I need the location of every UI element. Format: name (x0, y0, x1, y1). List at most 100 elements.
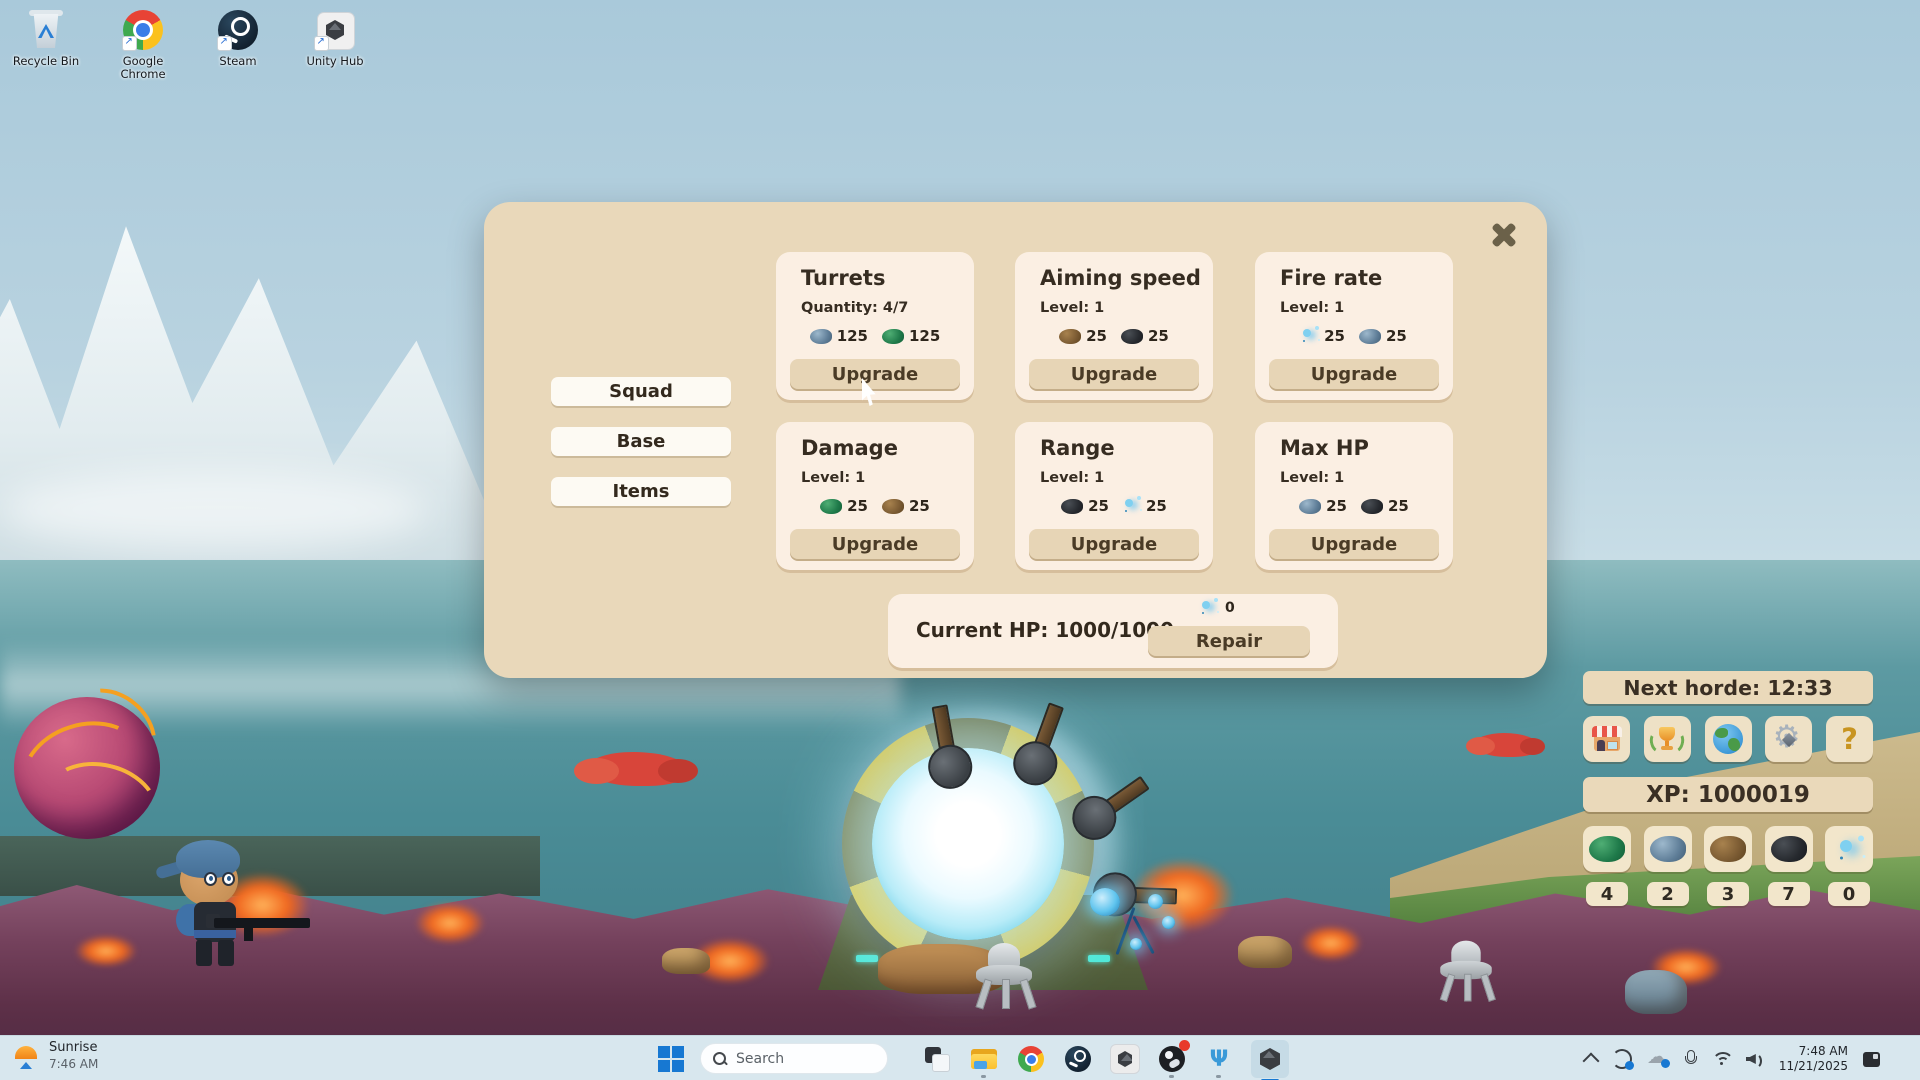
search-input[interactable]: Search (700, 1043, 888, 1074)
blue-crystal-count: 0 (1828, 882, 1870, 906)
unity-hub-icon (1110, 1044, 1140, 1074)
card-title: Damage (801, 436, 898, 460)
tray-chevron-icon[interactable] (1582, 1053, 1599, 1070)
cost-amount: 25 (1086, 327, 1107, 345)
hud-menu-buttons: ? (1583, 716, 1873, 762)
trophy-base (1661, 746, 1673, 750)
resource-brown-stone (1704, 826, 1752, 872)
desktop-icon-steam[interactable]: Steam (196, 8, 280, 68)
rock (1238, 936, 1292, 968)
upgrade-label: Upgrade (1071, 364, 1158, 385)
cost: 25 (1359, 327, 1407, 345)
sunrise-icon (12, 1042, 40, 1070)
green-stone-count: 4 (1586, 882, 1628, 906)
tab-squad[interactable]: Squad (551, 377, 731, 406)
clock-date: 11/21/2025 (1779, 1059, 1848, 1074)
card-stat: Level: 1 (1040, 470, 1104, 486)
cost-amount: 25 (1326, 497, 1347, 515)
taskbar-clock[interactable]: 7:48 AM 11/21/2025 (1779, 1044, 1848, 1074)
blue-crystal-icon (1303, 329, 1311, 337)
tab-items[interactable]: Items (551, 477, 731, 506)
drone-leg (976, 978, 993, 1009)
upgrade-button[interactable]: Upgrade (790, 359, 960, 389)
running-indicator (981, 1075, 986, 1078)
wifi-icon[interactable] (1711, 1051, 1731, 1067)
settings-button[interactable] (1765, 716, 1812, 762)
upgrade-card-max-hp: Max HP Level: 1 25 25 Upgrade (1255, 422, 1453, 570)
unity-editor-button[interactable] (1251, 1040, 1289, 1078)
upgrade-button[interactable]: Upgrade (790, 529, 960, 559)
cost: 25 (1361, 497, 1409, 515)
chrome-button[interactable] (1016, 1043, 1046, 1075)
resource-count: 3 (1704, 882, 1752, 906)
green-stone-icon (820, 499, 842, 514)
blue-crystal-icon (1125, 499, 1133, 507)
help-button[interactable]: ? (1826, 716, 1873, 762)
wifi-dot (1720, 1062, 1723, 1065)
close-button[interactable] (1487, 218, 1521, 252)
sync-icon[interactable] (1612, 1049, 1632, 1069)
red-coral (588, 752, 688, 786)
cost-amount: 125 (909, 327, 940, 345)
upgrade-button[interactable]: Upgrade (1269, 359, 1439, 389)
steam-button[interactable] (1063, 1043, 1093, 1075)
resource-icons-row (1583, 826, 1873, 872)
upgrade-button[interactable]: Upgrade (1029, 529, 1199, 559)
card-costs: 25 25 (776, 494, 974, 518)
repair-cost-amount: 0 (1225, 600, 1235, 616)
cube-glyph (1782, 733, 1796, 747)
fork-button[interactable] (1204, 1043, 1234, 1075)
base-upgrade-dialog: Squad Base Items Turrets Quantity: 4/7 1… (484, 202, 1547, 678)
lava-glow (75, 935, 137, 967)
tab-label: Squad (609, 381, 673, 402)
task-view-button[interactable] (922, 1043, 952, 1075)
shortcut-arrow-icon (314, 36, 329, 51)
screen: Recycle Bin Google Chrome Steam Unity Hu… (0, 0, 1920, 1080)
microphone-icon[interactable] (1684, 1050, 1696, 1068)
cost: 25 (1061, 497, 1109, 515)
card-title: Aiming speed (1040, 266, 1201, 290)
help-icon: ? (1841, 722, 1858, 756)
brown-stone-icon (882, 499, 904, 514)
world-button[interactable] (1705, 716, 1752, 762)
unity-hub-button[interactable] (1110, 1043, 1140, 1075)
cost-amount: 25 (1148, 327, 1169, 345)
pupil (209, 876, 213, 881)
black-stone-count: 7 (1768, 882, 1810, 906)
weather-widget[interactable]: Sunrise 7:46 AM (12, 1040, 98, 1072)
weather-time: 7:46 AM (49, 1057, 98, 1073)
running-indicator (1216, 1075, 1221, 1078)
obs-button[interactable] (1157, 1043, 1187, 1075)
running-indicator (1169, 1075, 1174, 1078)
desktop-icon-recycle-bin[interactable]: Recycle Bin (4, 8, 88, 68)
blue-stone-icon (1359, 329, 1381, 344)
card-costs: 25 25 (1015, 494, 1213, 518)
volume-icon[interactable] (1746, 1051, 1764, 1067)
red-coral (1475, 733, 1539, 757)
desktop-icon-unity-hub[interactable]: Unity Hub (293, 8, 377, 68)
desktop-icon-label: Unity Hub (306, 55, 363, 68)
leg (218, 940, 234, 966)
upgrade-button[interactable]: Upgrade (1269, 529, 1439, 559)
tray-app-icon[interactable] (1863, 1052, 1880, 1067)
cost: 125 (882, 327, 940, 345)
desktop-icon-chrome[interactable]: Google Chrome (101, 8, 185, 80)
rock (662, 948, 710, 974)
card-stat: Level: 1 (801, 470, 865, 486)
achievements-button[interactable] (1644, 716, 1691, 762)
cost: 125 (810, 327, 868, 345)
cost-amount: 25 (1388, 497, 1409, 515)
shop-door (1597, 740, 1605, 751)
tab-base[interactable]: Base (551, 427, 731, 456)
resource-green-stone (1583, 826, 1631, 872)
windows-logo-icon (672, 1046, 684, 1058)
repair-label: Repair (1196, 631, 1262, 652)
start-button[interactable] (658, 1046, 684, 1072)
drone-leg (1480, 973, 1496, 1002)
upgrade-button[interactable]: Upgrade (1029, 359, 1199, 389)
onedrive-cloud-icon[interactable] (1647, 1050, 1669, 1068)
file-explorer-button[interactable] (969, 1043, 999, 1075)
resource-blue-crystal (1825, 826, 1873, 872)
shop-button[interactable] (1583, 716, 1630, 762)
repair-button[interactable]: Repair (1148, 626, 1310, 656)
